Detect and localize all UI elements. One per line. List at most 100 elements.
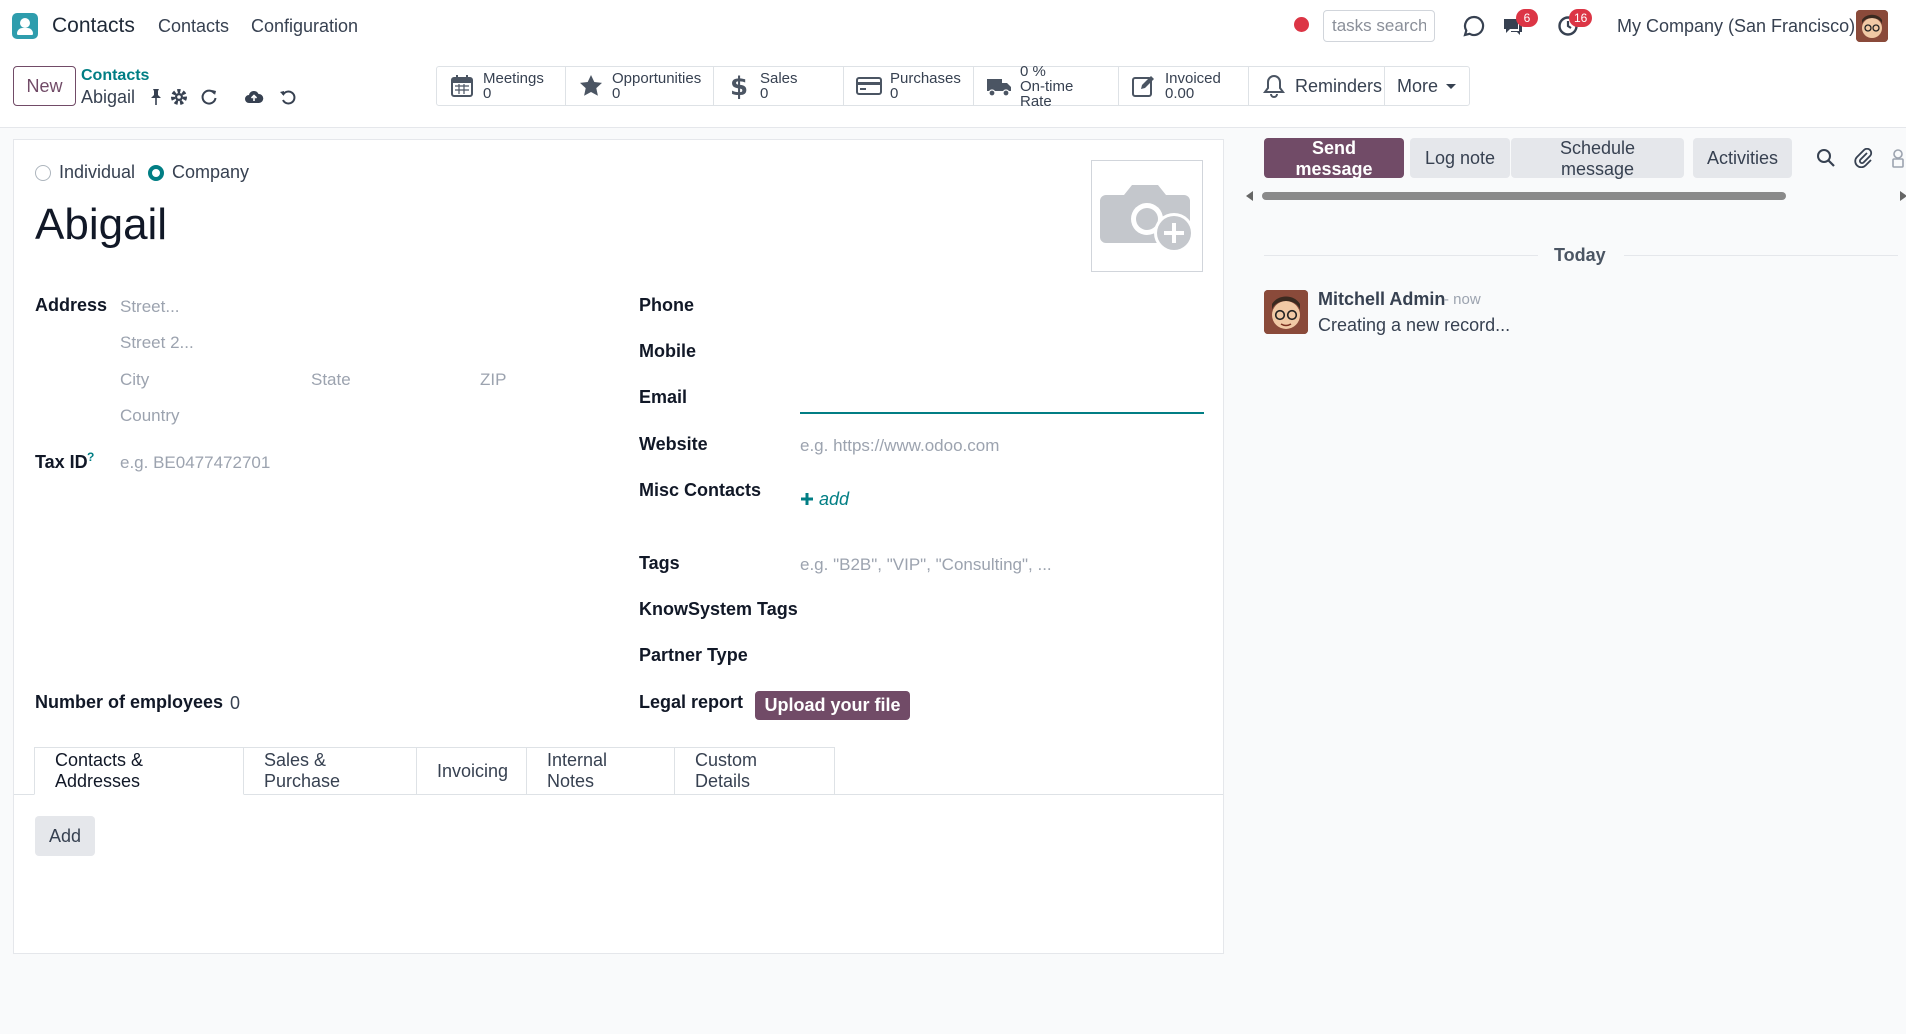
dollar-icon: $ [730,73,748,99]
sales-smart-button[interactable]: $ Sales 0 [714,67,844,105]
knowsystem-tags-label: KnowSystem Tags [639,599,798,619]
paperclip-icon[interactable] [1854,148,1874,168]
radio-individual-circle[interactable] [35,164,51,181]
invoiced-value: 0.00 [1165,85,1195,102]
user-lock-icon[interactable] [1890,148,1906,168]
company-switcher[interactable]: My Company (San Francisco) [1617,16,1855,37]
top-navbar: Contacts Contacts Configuration 6 16 My … [0,0,1906,52]
ontime-label: On-time Rate [1020,77,1074,110]
tags-label: Tags [639,553,680,573]
scroll-left-arrow[interactable] [1246,191,1253,201]
employees-label: Number of employees [35,692,224,712]
notebook-tabs: Contacts & Addresses Sales & Purchase In… [34,747,835,795]
scroll-right-arrow[interactable] [1900,191,1906,201]
reminders-smart-button[interactable]: Reminders [1249,67,1385,105]
plus-icon [801,493,813,505]
country-input[interactable]: Country [120,406,180,426]
radio-company[interactable]: Company [148,162,249,183]
photo-upload[interactable] [1091,160,1203,272]
star-icon [580,75,602,96]
message-body: Creating a new record... [1318,315,1511,335]
radio-individual[interactable]: Individual [35,162,135,183]
send-message-button[interactable]: Send message [1264,138,1404,179]
purchases-smart-button[interactable]: Purchases 0 [844,67,974,105]
tax-id-input[interactable]: e.g. BE0477472701 [120,453,270,473]
tab-custom-details[interactable]: Custom Details [675,747,835,795]
radio-individual-label: Individual [59,162,136,182]
ontime-smart-button[interactable]: 0 % On-time Rate [974,64,1119,109]
record-dot-icon[interactable] [1294,17,1309,32]
svg-text:$: $ [730,73,748,99]
tab-contacts-addresses[interactable]: Contacts & Addresses [34,747,244,795]
purchases-label: Purchases [890,70,961,87]
opportunities-smart-button[interactable]: Opportunities 0 [566,67,714,105]
day-divider-left [1264,255,1538,256]
menu-configuration[interactable]: Configuration [251,16,358,37]
partner-type-label: Partner Type [639,645,748,665]
misc-contacts-add-link[interactable]: add [800,489,849,510]
menu-contacts[interactable]: Contacts [158,16,229,37]
tab-invoicing[interactable]: Invoicing [417,747,527,795]
street2-input[interactable]: Street 2... [120,333,194,353]
reminders-label: Reminders [1295,75,1383,96]
radio-company-label: Company [172,162,250,182]
chat-icon[interactable] [1462,14,1486,38]
activities-button[interactable]: Activities [1693,138,1792,178]
record-name-input[interactable]: Abigail [35,200,167,250]
phone-label: Phone [639,295,695,315]
search-icon[interactable] [1816,148,1836,168]
city-input[interactable]: City [120,370,149,390]
log-note-button[interactable]: Log note [1410,138,1510,178]
user-avatar[interactable] [1856,10,1888,42]
bell-icon [1263,74,1285,98]
zip-input[interactable]: ZIP [480,370,506,390]
gear-icon[interactable] [169,87,189,107]
employees-input[interactable]: 0 [230,693,240,714]
control-panel: New Contacts Abigail Meetings 0 Opportuni… [0,52,1906,128]
day-label: Today [1554,245,1606,265]
camera-plus-icon [1100,185,1194,253]
pencil-square-icon [1132,76,1154,97]
meetings-value: 0 [483,85,492,102]
pin-icon[interactable] [146,87,166,107]
website-label: Website [639,434,708,454]
activities-count-badge: 16 [1569,9,1593,27]
messages-count-badge: 6 [1516,9,1538,27]
upload-file-button[interactable]: Upload your file [755,691,910,720]
radio-company-circle[interactable] [148,164,164,181]
street-input[interactable]: Street... [120,297,180,317]
avatar-face-icon [1264,290,1308,334]
website-input[interactable]: e.g. https://www.odoo.com [800,436,999,456]
schedule-message-button[interactable]: Schedule message [1511,138,1684,179]
cloud-upload-icon[interactable] [244,87,264,107]
app-logo-icon[interactable] [12,13,38,39]
horizontal-scrollbar[interactable] [1262,192,1786,200]
message-author-avatar[interactable] [1264,290,1308,334]
calendar-icon [451,75,473,97]
email-input[interactable] [800,382,1204,414]
refresh-icon[interactable] [199,87,219,107]
tax-id-label: Tax ID [35,452,88,472]
more-label: More [1397,75,1439,96]
invoiced-smart-button[interactable]: Invoiced 0.00 [1119,67,1249,105]
undo-icon[interactable] [278,87,298,107]
new-button[interactable]: New [13,66,76,106]
message-author[interactable]: Mitchell Admin [1318,289,1445,310]
tags-input[interactable]: e.g. "B2B", "VIP", "Consulting", ... [800,555,1052,575]
app-name[interactable]: Contacts [52,14,135,38]
more-dropdown-button[interactable]: More [1385,67,1469,105]
day-divider-right [1624,255,1898,256]
misc-contacts-label: Misc Contacts [639,480,762,500]
add-contact-button[interactable]: Add [35,816,95,856]
tab-sales-purchase[interactable]: Sales & Purchase [244,747,417,795]
tasks-search-input[interactable] [1323,10,1435,42]
tab-internal-notes[interactable]: Internal Notes [527,747,675,795]
breadcrumb-current: Abigail [81,87,136,107]
tax-id-help[interactable]: ? [87,450,94,464]
caret-down-icon [1446,84,1457,89]
truck-icon [987,79,1011,97]
meetings-smart-button[interactable]: Meetings 0 [437,67,566,105]
breadcrumb-parent[interactable]: Contacts [81,67,149,85]
state-input[interactable]: State [311,370,351,390]
opportunities-value: 0 [612,85,621,102]
